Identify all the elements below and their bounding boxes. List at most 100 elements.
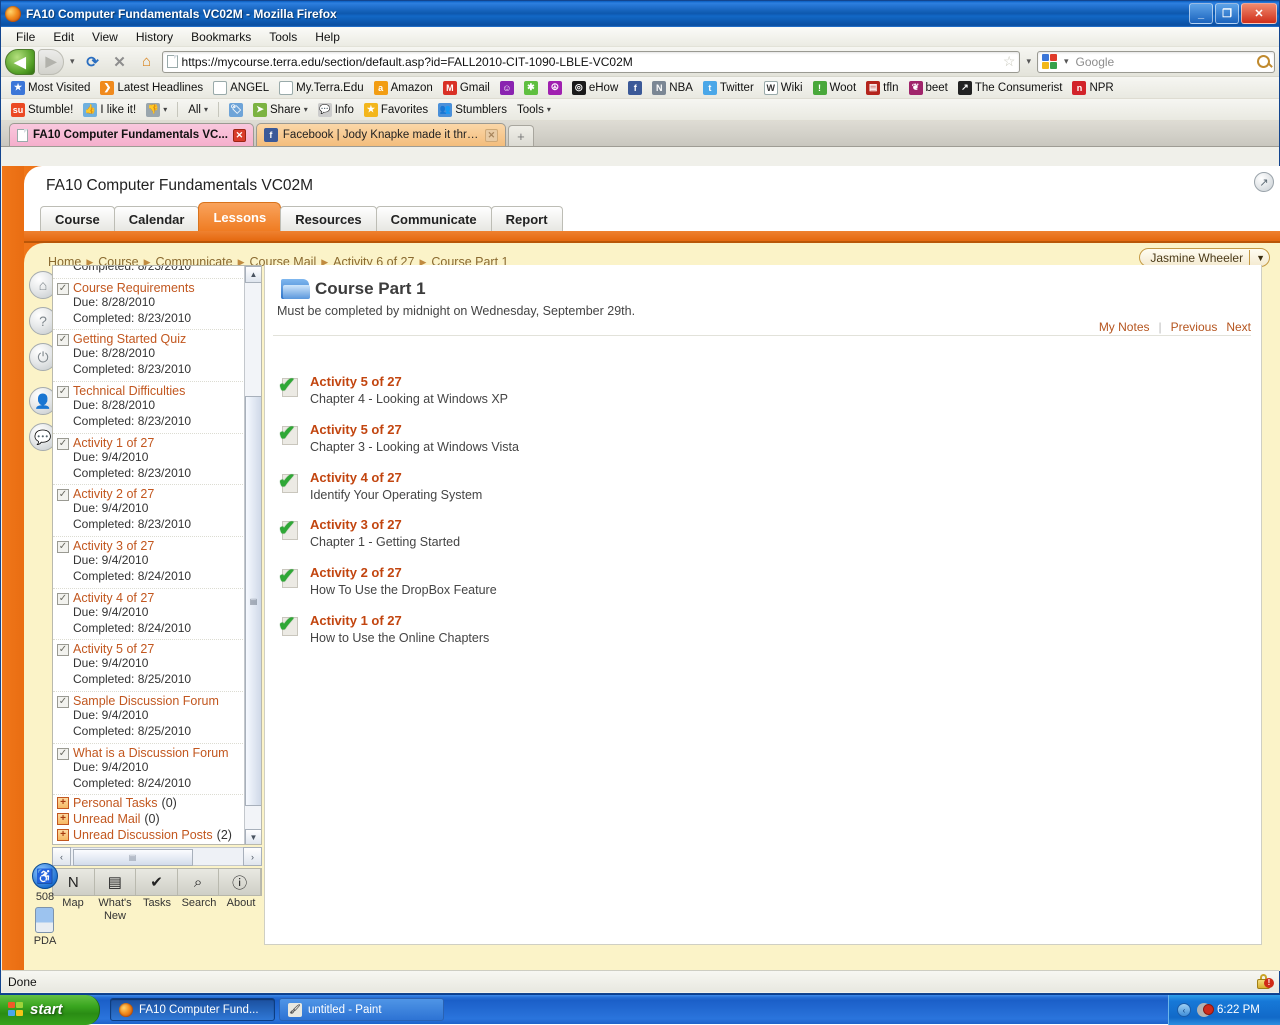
- forward-button[interactable]: ▶: [38, 49, 64, 75]
- bookmark-page-icon[interactable]: ANGEL: [209, 80, 273, 96]
- collapsed-section[interactable]: +Personal Tasks(0): [53, 795, 245, 811]
- search-bar[interactable]: ▾ Google: [1037, 51, 1275, 73]
- back-button[interactable]: ◀: [5, 49, 35, 75]
- search-magnifier-icon[interactable]: [1257, 55, 1270, 68]
- course-tab-calendar[interactable]: Calendar: [114, 206, 200, 231]
- my-notes-link[interactable]: My Notes: [1099, 320, 1150, 334]
- bookmark-twitter-icon[interactable]: tTwitter: [699, 80, 758, 96]
- home-icon[interactable]: ⌂: [135, 50, 159, 74]
- checkbox-checked-icon[interactable]: ✓: [57, 386, 69, 398]
- tab-facebook[interactable]: f Facebook | Jody Knapke made it throu..…: [256, 123, 506, 146]
- new-tab-button[interactable]: +: [508, 125, 534, 146]
- chevron-down-icon[interactable]: ▾: [163, 105, 167, 114]
- bookmark-rss-icon[interactable]: ❯Latest Headlines: [96, 80, 207, 96]
- section-label[interactable]: Unread Mail: [73, 812, 140, 826]
- sbtn-stumblers-icon[interactable]: 👥Stumblers: [434, 102, 511, 118]
- menu-file[interactable]: File: [7, 30, 44, 44]
- tool-whatsnew[interactable]: ▤: [95, 869, 137, 895]
- tool-about[interactable]: ⓘ: [219, 869, 261, 895]
- menu-history[interactable]: History: [127, 30, 182, 44]
- sbtn-favorites-star-icon[interactable]: ★Favorites: [360, 102, 432, 118]
- maximize-button[interactable]: ❐: [1215, 3, 1239, 24]
- bookmark-amazon-icon[interactable]: aAmazon: [370, 80, 437, 96]
- scroll-down-button[interactable]: ▼: [245, 829, 262, 845]
- list-item[interactable]: ✓Sample Discussion ForumDue: 9/4/2010Com…: [53, 692, 245, 744]
- course-tab-course[interactable]: Course: [40, 206, 115, 231]
- bookmark-ehow-icon[interactable]: ◎eHow: [568, 80, 622, 96]
- checkbox-checked-icon[interactable]: ✓: [57, 593, 69, 605]
- menu-tools[interactable]: Tools: [260, 30, 306, 44]
- clock[interactable]: 6:22 PM: [1217, 1004, 1260, 1016]
- tray-status-icon[interactable]: [1197, 1003, 1211, 1017]
- menu-bookmarks[interactable]: Bookmarks: [182, 30, 260, 44]
- taskbar-item-firefox[interactable]: FA10 Computer Fund...: [110, 998, 275, 1021]
- activity-item[interactable]: ✔Activity 5 of 27Chapter 3 - Looking at …: [279, 423, 519, 456]
- chevron-down-icon[interactable]: ▼: [1256, 253, 1265, 263]
- lesson-sidebar[interactable]: Completed: 8/23/2010✓Course Requirements…: [52, 265, 262, 845]
- lesson-link[interactable]: Activity 4 of 27: [73, 591, 154, 605]
- checkbox-checked-icon[interactable]: ✓: [57, 696, 69, 708]
- url-text[interactable]: https://mycourse.terra.edu/section/defau…: [182, 55, 999, 69]
- list-item[interactable]: ✓Technical DifficultiesDue: 8/28/2010Com…: [53, 382, 245, 434]
- activity-title-link[interactable]: Activity 2 of 27: [310, 566, 497, 581]
- section-label[interactable]: Unread Discussion Posts: [73, 828, 213, 842]
- hscrollbar-thumb[interactable]: ▤: [73, 849, 193, 866]
- checkbox-checked-icon[interactable]: ✓: [57, 438, 69, 450]
- scrollbar-thumb[interactable]: ▤: [245, 396, 262, 806]
- all-menu[interactable]: All▾: [184, 103, 212, 117]
- bookmark-beet-icon[interactable]: ❦beet: [905, 80, 952, 96]
- sbtn-thumbs-down-icon[interactable]: 👎▾: [142, 102, 171, 118]
- bookmark-star-icon[interactable]: ☆: [1003, 53, 1016, 70]
- next-link[interactable]: Next: [1226, 320, 1251, 334]
- sbtn-thumbs-up-icon[interactable]: 👍I like it!: [79, 102, 140, 118]
- lesson-link[interactable]: Activity 1 of 27: [73, 436, 154, 450]
- bookmark-page-icon[interactable]: My.Terra.Edu: [275, 80, 368, 96]
- lesson-link[interactable]: Getting Started Quiz: [73, 332, 186, 346]
- scroll-left-button[interactable]: ‹: [52, 847, 71, 866]
- external-link-icon[interactable]: ↗: [1254, 172, 1274, 192]
- stop-icon[interactable]: ✕: [108, 50, 132, 74]
- tab-close-icon[interactable]: ✕: [233, 129, 246, 142]
- history-dropdown-icon[interactable]: ▾: [67, 56, 78, 67]
- lesson-link[interactable]: Course Requirements: [73, 281, 195, 295]
- sbtn-tag-icon[interactable]: 🏷: [225, 102, 247, 118]
- checkbox-checked-icon[interactable]: ✓: [57, 644, 69, 656]
- list-item[interactable]: ✓Activity 4 of 27Due: 9/4/2010Completed:…: [53, 589, 245, 641]
- pda-icon[interactable]: [35, 907, 54, 933]
- checkbox-checked-icon[interactable]: ✓: [57, 489, 69, 501]
- bookmark-gmail-icon[interactable]: MGmail: [439, 80, 494, 96]
- course-tab-communicate[interactable]: Communicate: [376, 206, 492, 231]
- activity-item[interactable]: ✔Activity 1 of 27How to Use the Online C…: [279, 614, 519, 647]
- sidebar-horizontal-scrollbar[interactable]: ‹ ▤ ›: [52, 847, 262, 866]
- tools-menu[interactable]: Tools▾: [513, 103, 555, 117]
- expand-plus-icon[interactable]: +: [57, 813, 69, 825]
- scroll-up-button[interactable]: ▲: [245, 266, 262, 283]
- bookmark-wikipedia-icon[interactable]: WWiki: [760, 80, 807, 96]
- minimize-button[interactable]: _: [1189, 3, 1213, 24]
- checkbox-checked-icon[interactable]: ✓: [57, 334, 69, 346]
- tool-tasks[interactable]: ✔: [136, 869, 178, 895]
- list-item[interactable]: ✓Activity 3 of 27Due: 9/4/2010Completed:…: [53, 537, 245, 589]
- collapsed-section[interactable]: +Unread Mail(0): [53, 811, 245, 827]
- lesson-link[interactable]: Activity 3 of 27: [73, 539, 154, 553]
- taskbar-item-paint[interactable]: 🖌 untitled - Paint: [279, 998, 444, 1021]
- tool-search[interactable]: ⌕: [178, 869, 220, 895]
- collapsed-section[interactable]: +Unread Discussion Posts(2): [53, 827, 245, 843]
- checkbox-checked-icon[interactable]: ✓: [57, 283, 69, 295]
- search-engine-caret-icon[interactable]: ▾: [1061, 56, 1072, 67]
- menu-view[interactable]: View: [83, 30, 127, 44]
- bookmark-npr-icon[interactable]: nNPR: [1068, 80, 1117, 96]
- scroll-right-button[interactable]: ›: [243, 847, 262, 866]
- lesson-link[interactable]: What is a Discussion Forum: [73, 746, 229, 760]
- activity-title-link[interactable]: Activity 4 of 27: [310, 471, 482, 486]
- activity-title-link[interactable]: Activity 5 of 27: [310, 423, 519, 438]
- url-bar[interactable]: https://mycourse.terra.edu/section/defau…: [162, 51, 1021, 73]
- bookmark-yahoo-messenger-icon[interactable]: ☺: [496, 80, 518, 96]
- bookmark-facebook-icon[interactable]: f: [624, 80, 646, 96]
- tab-close-icon[interactable]: ✕: [485, 129, 498, 142]
- activity-item[interactable]: ✔Activity 3 of 27Chapter 1 - Getting Sta…: [279, 518, 519, 551]
- lesson-link[interactable]: Activity 2 of 27: [73, 487, 154, 501]
- url-dropdown-icon[interactable]: ▾: [1023, 56, 1034, 67]
- section-label[interactable]: Personal Tasks: [73, 796, 158, 810]
- course-tab-lessons[interactable]: Lessons: [198, 202, 281, 231]
